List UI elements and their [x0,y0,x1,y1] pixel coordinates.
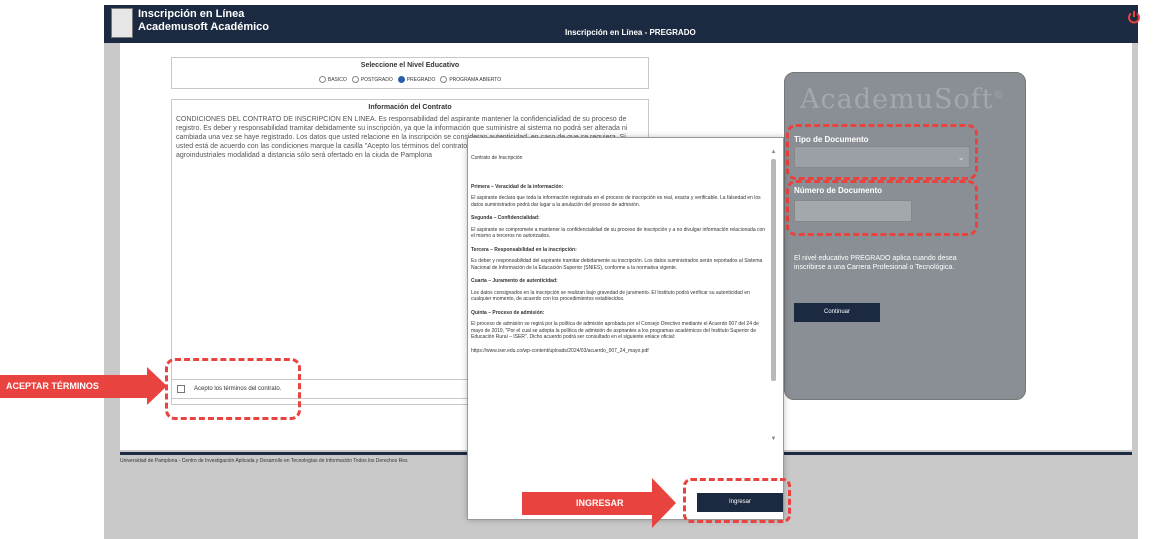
footer-text: Universidad de Pamplona - Centro de Inve… [120,458,408,464]
section-title: Segunda – Confidencialidad: [471,215,540,221]
radio-label: PREGRADO [406,76,436,83]
accept-terms-callout: ACEPTAR TÉRMINOS [0,375,147,398]
radio-dot[interactable] [440,76,448,83]
arrow-right-icon [147,367,167,405]
radio-basico[interactable]: BASICO [318,76,347,83]
level-options: BASICO POSTGRADO PREGRADO PROGRAMA ABIER… [172,76,648,83]
level-info-text: El nivel educativo PREGRADO aplica cuand… [794,255,957,271]
modal-content: Contrato de Inscripción Primera – Veraci… [471,141,770,447]
app-subtitle: Academusoft Académico [138,21,270,33]
accept-highlight [165,358,301,420]
modal-scrollbar[interactable]: ▲ ▼ [769,149,778,446]
level-selector: Seleccione el Nivel Educativo BASICO POS… [171,57,649,89]
brand-logo: AcademuSoft© [800,84,1005,115]
radio-dot-selected[interactable] [397,76,405,83]
power-icon[interactable] [1127,10,1141,24]
ingresar-highlight [683,478,791,523]
scroll-down-icon[interactable]: ▼ [769,436,778,442]
section-body: Es deber y responsabilidad del aspirante… [471,258,763,271]
radio-label: BASICO [327,76,347,83]
section-body: El proceso de admisión se regirá por la … [471,321,759,340]
level-title: Seleccione el Nivel Educativo [360,62,460,69]
radio-programa-abierto[interactable]: PROGRAMA ABIERTO [440,76,501,83]
doc-type-highlight [786,124,978,180]
continue-button[interactable]: Continuar [794,303,880,322]
admission-link[interactable]: https://www.iser.edu.co/wp-content/uploa… [471,348,770,355]
radio-dot[interactable] [351,76,359,83]
page-title: Inscripción en Línea - PREGRADO [565,28,696,37]
section-title: Primera – Veracidad de la información: [471,183,564,190]
scroll-thumb[interactable] [771,159,776,381]
radio-label: POSTGRADO [360,76,393,83]
brand-mark: © [993,90,1005,101]
scroll-up-icon[interactable]: ▲ [769,149,778,155]
app-logo-icon [111,8,133,38]
contract-title: Información del Contrato [368,104,452,111]
app-title: Inscripción en Línea [138,8,245,20]
radio-label: PROGRAMA ABIERTO [449,76,502,83]
section-title: Quinta – Proceso de admisión: [471,309,545,316]
section-body: El aspirante declara que toda la informa… [471,195,761,208]
section-title: Tercera – Responsabilidad en la inscripc… [471,246,577,253]
doc-number-highlight [786,180,978,236]
section-title: Cuarta – Juramento de autenticidad: [471,278,558,284]
modal-heading: Contrato de Inscripción [471,155,523,161]
login-panel [784,72,1026,400]
section-body: Los datos consignados en la inscripción … [471,289,750,303]
arrow-right-icon [652,478,676,528]
radio-pregrado[interactable]: PREGRADO [397,76,436,83]
brand-text: AcademuSoft [800,84,994,115]
radio-dot[interactable] [318,76,326,83]
radio-postgrado[interactable]: POSTGRADO [351,76,393,83]
ingresar-callout: INGRESAR [522,492,652,515]
section-body: El aspirante se compromete a mantener la… [471,226,766,240]
